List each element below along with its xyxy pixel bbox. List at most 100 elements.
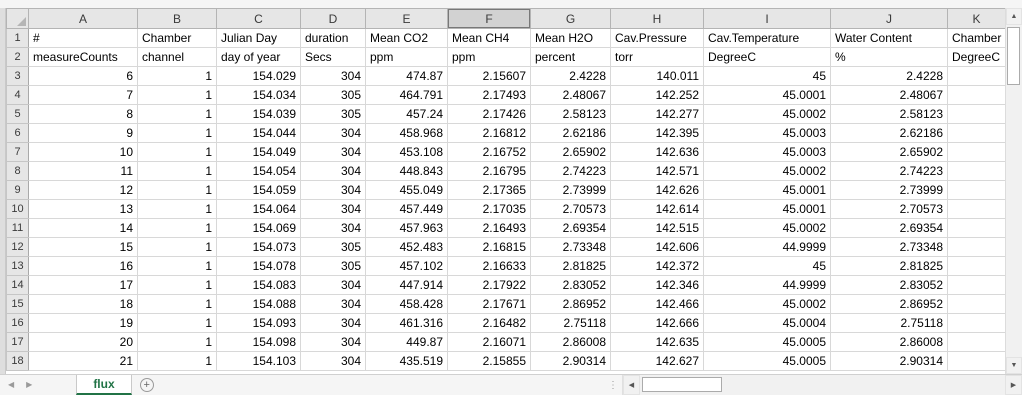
sheet-tab-flux[interactable]: flux xyxy=(76,375,131,395)
cell-I3[interactable]: 45 xyxy=(704,67,831,86)
cell-I4[interactable]: 45.0001 xyxy=(704,86,831,105)
cell-C17[interactable]: 154.098 xyxy=(217,333,301,352)
cell-F10[interactable]: 2.17035 xyxy=(448,200,531,219)
cell-K14[interactable] xyxy=(948,276,1006,295)
cell-G18[interactable]: 2.90314 xyxy=(531,352,611,371)
cell-G2[interactable]: percent xyxy=(531,48,611,67)
cell-F1[interactable]: Mean CH4 xyxy=(448,29,531,48)
cell-F12[interactable]: 2.16815 xyxy=(448,238,531,257)
cell-I11[interactable]: 45.0002 xyxy=(704,219,831,238)
cell-H11[interactable]: 142.515 xyxy=(611,219,704,238)
cell-B9[interactable]: 1 xyxy=(138,181,217,200)
cell-K16[interactable] xyxy=(948,314,1006,333)
cell-E13[interactable]: 457.102 xyxy=(366,257,448,276)
cell-J5[interactable]: 2.58123 xyxy=(831,105,948,124)
cell-G1[interactable]: Mean H2O xyxy=(531,29,611,48)
cell-H15[interactable]: 142.466 xyxy=(611,295,704,314)
cell-F16[interactable]: 2.16482 xyxy=(448,314,531,333)
cell-I8[interactable]: 45.0002 xyxy=(704,162,831,181)
cell-F17[interactable]: 2.16071 xyxy=(448,333,531,352)
cell-E3[interactable]: 474.87 xyxy=(366,67,448,86)
cell-D3[interactable]: 304 xyxy=(301,67,366,86)
cell-B17[interactable]: 1 xyxy=(138,333,217,352)
cell-E9[interactable]: 455.049 xyxy=(366,181,448,200)
tab-nav-right-button[interactable]: ▶ xyxy=(26,381,32,389)
cell-F7[interactable]: 2.16752 xyxy=(448,143,531,162)
cell-C9[interactable]: 154.059 xyxy=(217,181,301,200)
cell-C5[interactable]: 154.039 xyxy=(217,105,301,124)
cell-D16[interactable]: 304 xyxy=(301,314,366,333)
row-header-8[interactable]: 8 xyxy=(7,162,29,181)
column-header-D[interactable]: D xyxy=(301,9,366,29)
select-all-corner[interactable] xyxy=(7,9,29,29)
cell-J6[interactable]: 2.62186 xyxy=(831,124,948,143)
vertical-scroll-thumb[interactable] xyxy=(1007,27,1020,85)
cell-K6[interactable] xyxy=(948,124,1006,143)
cell-A6[interactable]: 9 xyxy=(29,124,138,143)
cell-E15[interactable]: 458.428 xyxy=(366,295,448,314)
cell-I14[interactable]: 44.9999 xyxy=(704,276,831,295)
cell-F2[interactable]: ppm xyxy=(448,48,531,67)
cell-D12[interactable]: 305 xyxy=(301,238,366,257)
tab-nav-left-button[interactable]: ◀ xyxy=(8,381,14,389)
cell-D14[interactable]: 304 xyxy=(301,276,366,295)
column-header-H[interactable]: H xyxy=(611,9,704,29)
cell-A17[interactable]: 20 xyxy=(29,333,138,352)
cell-F6[interactable]: 2.16812 xyxy=(448,124,531,143)
cell-C2[interactable]: day of year xyxy=(217,48,301,67)
column-header-I[interactable]: I xyxy=(704,9,831,29)
cell-F18[interactable]: 2.15855 xyxy=(448,352,531,371)
row-header-1[interactable]: 1 xyxy=(7,29,29,48)
cell-E18[interactable]: 435.519 xyxy=(366,352,448,371)
cell-C4[interactable]: 154.034 xyxy=(217,86,301,105)
cell-I10[interactable]: 45.0001 xyxy=(704,200,831,219)
column-header-B[interactable]: B xyxy=(138,9,217,29)
cell-D18[interactable]: 304 xyxy=(301,352,366,371)
cell-C8[interactable]: 154.054 xyxy=(217,162,301,181)
cell-B2[interactable]: channel xyxy=(138,48,217,67)
cell-K12[interactable] xyxy=(948,238,1006,257)
cell-K7[interactable] xyxy=(948,143,1006,162)
cell-A5[interactable]: 8 xyxy=(29,105,138,124)
cell-E11[interactable]: 457.963 xyxy=(366,219,448,238)
horizontal-scrollbar[interactable]: ◀ ▶ xyxy=(622,375,1022,395)
cell-F4[interactable]: 2.17493 xyxy=(448,86,531,105)
column-header-J[interactable]: J xyxy=(831,9,948,29)
cell-D7[interactable]: 304 xyxy=(301,143,366,162)
cell-K8[interactable] xyxy=(948,162,1006,181)
cell-B8[interactable]: 1 xyxy=(138,162,217,181)
cell-I2[interactable]: DegreeC xyxy=(704,48,831,67)
cell-J2[interactable]: % xyxy=(831,48,948,67)
cell-F13[interactable]: 2.16633 xyxy=(448,257,531,276)
row-header-9[interactable]: 9 xyxy=(7,181,29,200)
cell-G10[interactable]: 2.70573 xyxy=(531,200,611,219)
cell-B6[interactable]: 1 xyxy=(138,124,217,143)
cell-C11[interactable]: 154.069 xyxy=(217,219,301,238)
cell-F3[interactable]: 2.15607 xyxy=(448,67,531,86)
row-header-5[interactable]: 5 xyxy=(7,105,29,124)
row-header-12[interactable]: 12 xyxy=(7,238,29,257)
cell-H13[interactable]: 142.372 xyxy=(611,257,704,276)
row-header-15[interactable]: 15 xyxy=(7,295,29,314)
column-header-E[interactable]: E xyxy=(366,9,448,29)
cell-K10[interactable] xyxy=(948,200,1006,219)
cell-C14[interactable]: 154.083 xyxy=(217,276,301,295)
row-header-18[interactable]: 18 xyxy=(7,352,29,371)
cell-J14[interactable]: 2.83052 xyxy=(831,276,948,295)
cell-I17[interactable]: 45.0005 xyxy=(704,333,831,352)
cell-E14[interactable]: 447.914 xyxy=(366,276,448,295)
cell-E1[interactable]: Mean CO2 xyxy=(366,29,448,48)
row-header-4[interactable]: 4 xyxy=(7,86,29,105)
cell-G4[interactable]: 2.48067 xyxy=(531,86,611,105)
cell-E10[interactable]: 457.449 xyxy=(366,200,448,219)
cell-I9[interactable]: 45.0001 xyxy=(704,181,831,200)
cell-J11[interactable]: 2.69354 xyxy=(831,219,948,238)
cell-B4[interactable]: 1 xyxy=(138,86,217,105)
scroll-up-button[interactable]: ▲ xyxy=(1006,8,1022,25)
cell-B12[interactable]: 1 xyxy=(138,238,217,257)
cell-G12[interactable]: 2.73348 xyxy=(531,238,611,257)
cell-I1[interactable]: Cav.Temperature xyxy=(704,29,831,48)
cell-H17[interactable]: 142.635 xyxy=(611,333,704,352)
cell-F8[interactable]: 2.16795 xyxy=(448,162,531,181)
cell-G5[interactable]: 2.58123 xyxy=(531,105,611,124)
